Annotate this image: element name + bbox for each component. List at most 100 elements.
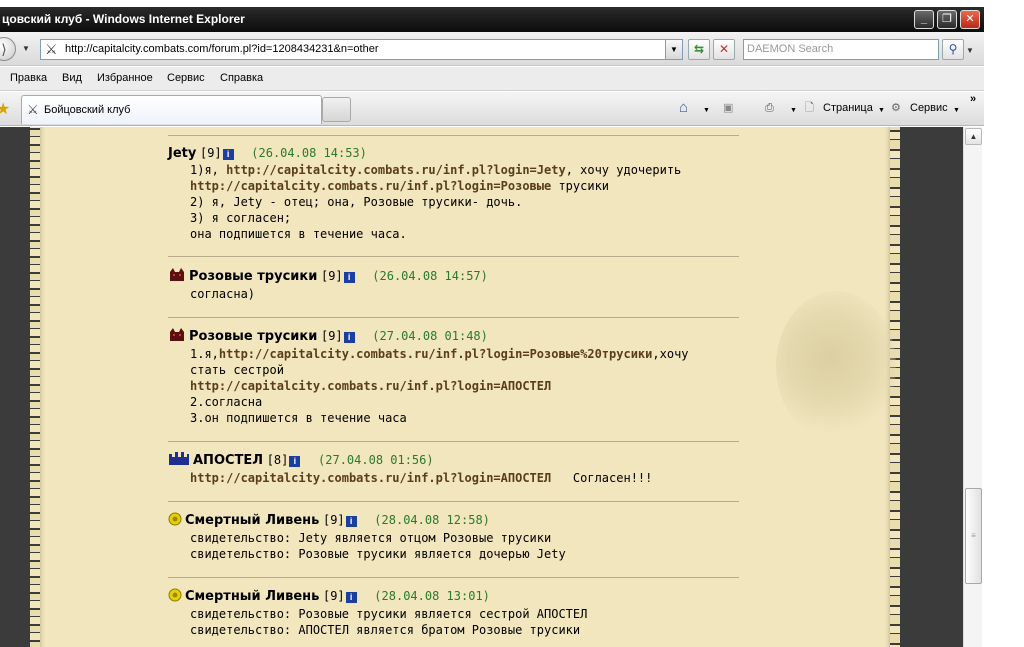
post-level: [8] xyxy=(266,453,289,467)
forum-post: Смертный Ливень [9] i (28.04.08 12:58) св… xyxy=(168,512,739,562)
post-line: она подпишется в течение часа. xyxy=(190,226,739,242)
feeds-icon[interactable]: ▣ xyxy=(723,101,733,115)
post-text: 1)я, xyxy=(190,163,227,177)
scrollbar-thumb[interactable]: ≡ xyxy=(965,488,982,584)
scroll-up-icon[interactable]: ▲ xyxy=(965,128,982,145)
post-body: 1.я,http://capitalcity.combats.ru/inf.pl… xyxy=(168,346,739,426)
post-date: (28.04.08 13:01) xyxy=(374,589,490,603)
post-line: 3.он подпишется в течение часа xyxy=(190,410,739,426)
page-icon: 🗋 xyxy=(805,102,814,114)
post-author[interactable]: Jety xyxy=(168,146,196,161)
post-author[interactable]: АПОСТЕЛ xyxy=(193,453,263,468)
search-icon[interactable]: ⚲ xyxy=(942,39,964,60)
info-icon[interactable]: i xyxy=(345,592,357,603)
tab-favicon-icon: ⚔ xyxy=(27,102,39,117)
forum-post: Розовые трусики [9] i (27.04.08 01:48) 1.… xyxy=(168,327,739,426)
menu-tools[interactable]: Сервис xyxy=(167,67,205,90)
clan-emblem-icon xyxy=(168,588,182,606)
post-text: 3.он подпишется в течение часа xyxy=(190,411,407,425)
page-menu[interactable]: Страница xyxy=(823,101,873,115)
post-line: свидетельство: Розовые трусики является … xyxy=(190,606,739,622)
clan-emblem-icon xyxy=(168,512,182,530)
menu-help[interactable]: Справка xyxy=(220,67,263,90)
post-author[interactable]: Розовые трусики xyxy=(189,329,317,344)
address-dropdown-icon[interactable]: ▼ xyxy=(665,40,682,59)
post-line: http://capitalcity.combats.ru/inf.pl?log… xyxy=(190,470,739,486)
profile-link[interactable]: http://capitalcity.combats.ru/inf.pl?log… xyxy=(219,347,652,361)
post-text: 2.согласна xyxy=(190,395,263,409)
post-text: свидетельство: АПОСТЕЛ является братом Р… xyxy=(190,623,581,637)
post-text: , хочу удочерить xyxy=(565,163,682,177)
post-date: (27.04.08 01:48) xyxy=(372,329,488,343)
post-divider xyxy=(168,577,739,578)
info-icon[interactable]: i xyxy=(222,149,234,160)
post-date: (27.04.08 01:56) xyxy=(318,453,434,467)
profile-link[interactable]: http://capitalcity.combats.ru/inf.pl?log… xyxy=(190,471,551,485)
menu-view[interactable]: Вид xyxy=(62,67,82,90)
post-text: свидетельство: Розовые трусики является … xyxy=(190,607,588,621)
globe-watermark xyxy=(776,291,896,441)
post-divider xyxy=(168,256,739,257)
post-text: 2) я, Jety - отец; она, Розовые трусики-… xyxy=(190,195,523,209)
post-body: http://capitalcity.combats.ru/inf.pl?log… xyxy=(168,470,739,486)
history-dropdown-icon[interactable]: ▼ xyxy=(22,44,30,53)
profile-link[interactable]: http://capitalcity.combats.ru/inf.pl?log… xyxy=(190,379,551,393)
post-level: [9] xyxy=(320,329,343,343)
post-divider xyxy=(168,317,739,318)
refresh-button[interactable]: ⇆ xyxy=(688,39,710,60)
profile-link[interactable]: http://capitalcity.combats.ru/inf.pl?log… xyxy=(226,163,566,177)
close-button[interactable]: ✕ xyxy=(960,10,980,29)
stop-button[interactable]: ✕ xyxy=(713,39,735,60)
restore-button[interactable]: ❐ xyxy=(937,10,957,29)
profile-link[interactable]: http://capitalcity.combats.ru/inf.pl?log… xyxy=(190,179,551,193)
more-tools-icon[interactable]: » xyxy=(970,92,976,106)
tab-combats[interactable]: ⚔ Бойцовский клуб xyxy=(21,95,322,124)
print-dropdown-icon[interactable]: ▼ xyxy=(790,104,797,118)
post-line: свидетельство: Jety является отцом Розов… xyxy=(190,530,739,546)
forum-post: Розовые трусики [9] i (26.04.08 14:57) со… xyxy=(168,267,739,302)
clan-emblem-icon xyxy=(168,267,186,286)
address-field[interactable]: ⚔ http://capitalcity.combats.com/forum.p… xyxy=(40,39,683,60)
post-body: свидетельство: Jety является отцом Розов… xyxy=(168,530,739,562)
minimize-button[interactable]: _ xyxy=(914,10,934,29)
favorites-star-icon[interactable]: ★ xyxy=(0,99,10,119)
menu-favorites[interactable]: Избранное xyxy=(97,67,153,90)
address-bar-row: ⟩ ▼ ⚔ http://capitalcity.combats.com/for… xyxy=(0,32,984,66)
post-author[interactable]: Смертный Ливень xyxy=(185,589,319,604)
info-icon[interactable]: i xyxy=(343,332,355,343)
tools-dropdown-icon[interactable]: ▼ xyxy=(953,104,960,118)
forward-button[interactable]: ⟩ xyxy=(0,37,16,61)
home-icon[interactable]: ⌂ xyxy=(679,100,688,115)
clan-emblem-icon xyxy=(168,452,190,470)
info-icon[interactable]: i xyxy=(289,456,301,467)
post-line: свидетельство: АПОСТЕЛ является братом Р… xyxy=(190,622,739,638)
post-author[interactable]: Смертный Ливень xyxy=(185,513,319,528)
post-author[interactable]: Розовые трусики xyxy=(189,269,317,284)
home-dropdown-icon[interactable]: ▼ xyxy=(703,104,710,118)
vertical-scrollbar[interactable]: ▲ ≡ xyxy=(963,127,982,647)
post-text: свидетельство: Jety является отцом Розов… xyxy=(190,531,552,545)
post-text: трусики xyxy=(551,179,610,193)
forum-post: Jety [9] i (26.04.08 14:53) 1)я, http://c… xyxy=(168,145,739,242)
post-divider xyxy=(168,441,739,442)
post-line: 3) я согласен; xyxy=(190,210,739,226)
search-input[interactable]: DAEMON Search xyxy=(743,39,939,60)
address-text: http://capitalcity.combats.com/forum.pl?… xyxy=(65,43,379,55)
new-tab-button[interactable] xyxy=(322,97,351,122)
gear-icon: ⚙ xyxy=(891,102,901,114)
post-text: ,хочу xyxy=(652,347,689,361)
info-icon[interactable]: i xyxy=(343,272,355,283)
tab-label: Бойцовский клуб xyxy=(44,104,131,116)
post-text: она подпишется в течение часа. xyxy=(190,227,407,241)
print-icon[interactable]: ⎙ xyxy=(765,101,774,115)
post-text: 1.я, xyxy=(190,347,219,361)
post-line: 2.согласна xyxy=(190,394,739,410)
page-dropdown-icon[interactable]: ▼ xyxy=(878,104,885,118)
tools-menu[interactable]: Сервис xyxy=(910,101,948,115)
menu-edit[interactable]: Правка xyxy=(10,67,47,90)
search-options-icon[interactable]: ▼ xyxy=(966,46,974,55)
post-divider xyxy=(168,501,739,502)
window-titlebar: цовский клуб - Windows Internet Explorer… xyxy=(0,7,984,32)
info-icon[interactable]: i xyxy=(345,516,357,527)
post-body: 1)я, http://capitalcity.combats.ru/inf.p… xyxy=(168,162,739,242)
